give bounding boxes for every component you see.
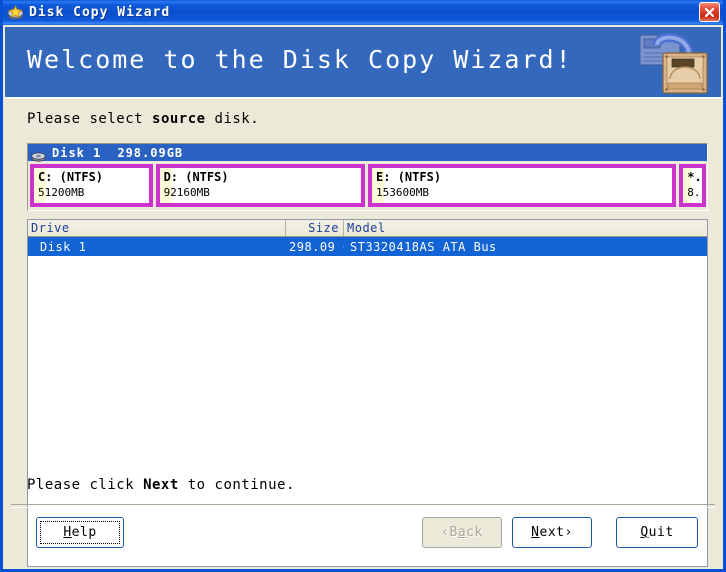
partition-strip: C: (NTFS) 51200MB D: (NTFS) 92160MB E: (NTFS… bbox=[28, 161, 707, 209]
table-cell-size: 298.09 GB bbox=[289, 239, 344, 254]
partition-label: C: (NTFS) bbox=[38, 170, 104, 184]
partition-label: D: (NTFS) bbox=[163, 170, 229, 184]
disk-copy-wizard-window: Disk Copy Wizard Welcome to the Disk Cop… bbox=[0, 0, 726, 572]
quit-button[interactable]: Quit bbox=[616, 517, 698, 548]
banner-title: Welcome to the Disk Copy Wizard! bbox=[27, 45, 573, 74]
partition-size: 92160MB bbox=[163, 186, 210, 199]
disk-map-disk-label: Disk 1 bbox=[52, 145, 102, 160]
footer-divider bbox=[11, 504, 715, 508]
window-title: Disk Copy Wizard bbox=[29, 5, 171, 20]
disk-copy-icon bbox=[639, 31, 709, 97]
instruction-before: Please select bbox=[27, 111, 153, 127]
title-bar: Disk Copy Wizard bbox=[3, 0, 723, 25]
disk-list-panel[interactable]: Drive Size Model Disk 1 298.09 GB ST332041… bbox=[27, 219, 708, 567]
disk-map-disk-size: 298.09GB bbox=[117, 145, 184, 160]
partition-size: 153600MB bbox=[376, 186, 430, 199]
footer-before: Please click bbox=[27, 477, 144, 493]
disk-list-body: Disk 1 298.09 GB ST3320418AS ATA Bus bbox=[28, 237, 707, 256]
button-bar: Help ‹Back Next› Quit bbox=[6, 517, 720, 557]
partition-block[interactable]: E: (NTFS) 153600MB bbox=[368, 164, 677, 207]
footer-after: to continue. bbox=[178, 477, 295, 493]
disk-list-header: Drive Size Model bbox=[28, 220, 707, 237]
partition-block[interactable]: *... 8... bbox=[679, 164, 707, 207]
help-button[interactable]: Help bbox=[36, 517, 124, 548]
column-header-size[interactable]: Size bbox=[286, 220, 344, 236]
instruction-emphasis: source bbox=[152, 111, 206, 127]
next-button[interactable]: Next› bbox=[512, 517, 592, 548]
help-button-label: Help bbox=[63, 525, 97, 540]
partition-size: 51200MB bbox=[38, 186, 85, 199]
hard-disk-icon bbox=[31, 147, 46, 162]
wizard-client-area: Please select source disk. Disk 1 298.09… bbox=[6, 99, 720, 567]
table-cell-model: ST3320418AS ATA Bus bbox=[350, 239, 497, 254]
back-button[interactable]: ‹Back bbox=[422, 517, 502, 548]
column-header-drive[interactable]: Drive bbox=[28, 220, 286, 236]
quit-button-label: Quit bbox=[640, 525, 674, 540]
partition-label: E: (NTFS) bbox=[376, 170, 442, 184]
close-icon[interactable] bbox=[699, 2, 720, 22]
partition-block[interactable]: C: (NTFS) 51200MB bbox=[30, 164, 153, 207]
footer-emphasis: Next bbox=[143, 477, 179, 493]
partition-size: 8... bbox=[687, 186, 702, 199]
table-row[interactable]: Disk 1 298.09 GB ST3320418AS ATA Bus bbox=[28, 237, 707, 256]
instruction-after: disk. bbox=[205, 111, 260, 127]
instruction-text: Please select source disk. bbox=[27, 111, 259, 127]
disk-map-panel[interactable]: Disk 1 298.09GB C: (NTFS) 51200MB D: (NTFS… bbox=[27, 143, 708, 211]
back-button-label: ‹Back bbox=[441, 525, 483, 540]
wizard-banner: Welcome to the Disk Copy Wizard! bbox=[5, 27, 721, 99]
table-cell-drive: Disk 1 bbox=[40, 239, 87, 254]
disk-map-header: Disk 1 298.09GB bbox=[28, 144, 707, 162]
partition-block[interactable]: D: (NTFS) 92160MB bbox=[155, 164, 366, 207]
next-button-label: Next› bbox=[531, 525, 573, 540]
column-header-model[interactable]: Model bbox=[344, 220, 707, 236]
footer-hint-text: Please click Next to continue. bbox=[27, 477, 295, 493]
partition-label: *... bbox=[687, 170, 702, 184]
star-disk-icon bbox=[7, 4, 24, 21]
